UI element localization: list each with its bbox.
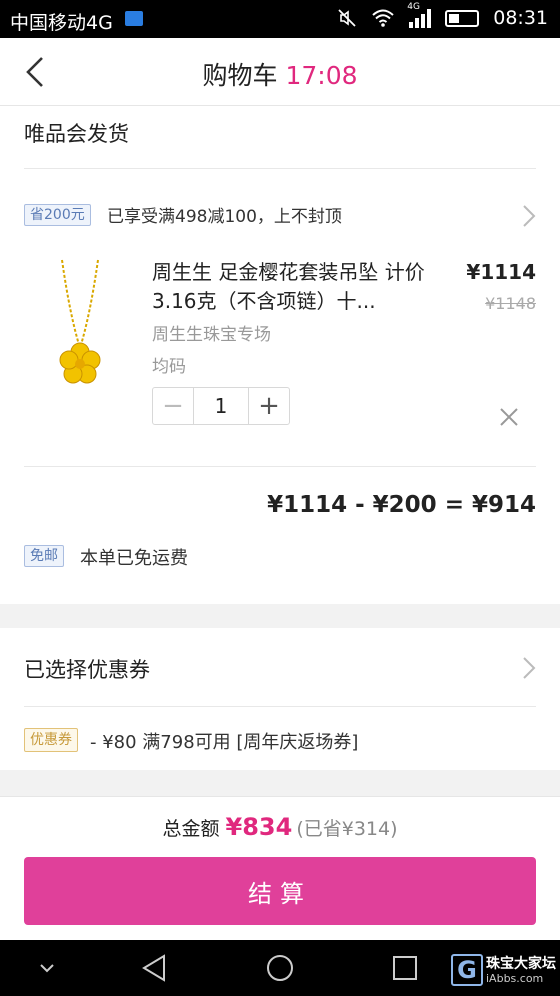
divider (24, 706, 536, 707)
shipping-text: 本单已免运费 (80, 548, 188, 569)
divider (24, 168, 536, 169)
total-amount: ¥834 (225, 813, 293, 841)
chevron-right-icon[interactable] (522, 656, 536, 680)
carrier-label: 中国移动4G (10, 12, 113, 34)
total-label: 总金额 (162, 818, 220, 840)
product-name[interactable]: 周生生 足金樱花套装吊坠 计价 3.16克（不含项链）十... (152, 258, 430, 316)
forum-watermark: G 珠宝大家坛 iAbbs.com (451, 952, 556, 988)
recent-apps-square-icon[interactable] (390, 953, 420, 983)
section-gap (0, 770, 560, 796)
watermark-site: iAbbs.com (486, 971, 544, 985)
coupon-section[interactable]: 已选择优惠券 优惠券 - ¥80 满798可用 [周年庆返场券] (0, 628, 560, 770)
price-calculation: ¥1114 - ¥200 = ¥914 (267, 492, 536, 518)
checkout-footer: 总金额 ¥834 (已省¥314) 结算 (0, 796, 560, 940)
app-notification-icon (125, 11, 143, 26)
watermark-text: 珠宝大家坛 (486, 955, 556, 972)
vendor-name: 唯品会发货 (24, 122, 129, 146)
promo-badge: 省200元 (24, 204, 91, 226)
clock: 08:31 (493, 7, 548, 29)
page-title: 购物车 17:08 (0, 56, 560, 92)
coupon-text: - ¥80 满798可用 [周年庆返场券] (90, 732, 359, 753)
total-summary: 总金额 ¥834 (已省¥314) (0, 813, 560, 841)
quantity-stepper: − 1 + (152, 387, 290, 425)
saved-amount: (已省¥314) (296, 818, 398, 840)
battery-icon (445, 9, 480, 27)
quantity-value[interactable]: 1 (193, 388, 249, 424)
home-circle-icon[interactable] (265, 953, 295, 983)
status-bar: 中国移动4G 4G 08:31 (0, 0, 560, 38)
close-icon[interactable] (498, 406, 520, 428)
increase-quantity-button[interactable]: + (249, 388, 289, 424)
coupon-title[interactable]: 已选择优惠券 (24, 654, 150, 684)
system-nav-bar: G 珠宝大家坛 iAbbs.com (0, 940, 560, 996)
watermark-logo-icon: G (451, 954, 483, 986)
cell-signal-icon: 4G (407, 2, 432, 28)
cart-section: 唯品会发货 省200元 已享受满498减100，上不封顶 周生生 足金樱花套装吊… (0, 106, 560, 604)
wifi-icon (372, 9, 394, 27)
shipping-badge: 免邮 (24, 545, 64, 567)
product-store: 周生生珠宝专场 (152, 325, 271, 345)
top-bar: 购物车 17:08 (0, 38, 560, 106)
product-image[interactable] (40, 256, 120, 391)
product-price: ¥1114 (466, 260, 536, 284)
title-text: 购物车 (202, 61, 278, 90)
product-original-price: ¥1148 (485, 294, 536, 313)
back-triangle-icon[interactable] (140, 953, 170, 983)
chevron-down-icon[interactable] (32, 953, 62, 983)
mute-icon (338, 9, 356, 27)
decrease-quantity-button[interactable]: − (153, 388, 193, 424)
divider (24, 466, 536, 467)
section-gap (0, 604, 560, 628)
checkout-button[interactable]: 结算 (24, 857, 536, 925)
countdown-timer: 17:08 (285, 61, 358, 90)
product-size: 均码 (152, 357, 186, 377)
promo-text[interactable]: 已享受满498减100，上不封顶 (107, 202, 342, 227)
coupon-badge: 优惠券 (24, 728, 78, 752)
network-type: 4G (407, 2, 420, 12)
chevron-right-icon[interactable] (522, 204, 536, 228)
status-icons: 4G 08:31 (337, 2, 548, 29)
